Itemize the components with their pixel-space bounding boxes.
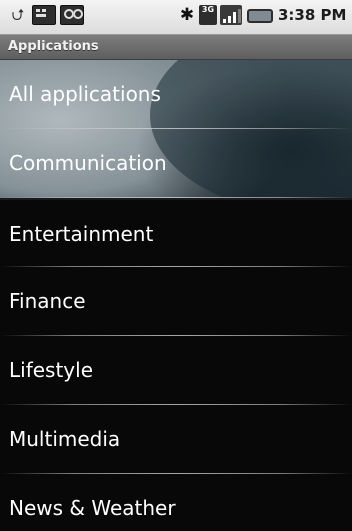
keyboard-icon: [32, 5, 56, 25]
list-item-label: All applications: [9, 82, 161, 106]
signal-icon: [220, 5, 242, 25]
list-item-label: Multimedia: [9, 427, 121, 451]
list-item-lifestyle[interactable]: Lifestyle: [0, 336, 352, 405]
screen: ⮍ ✱ 3G 3:38 PM Applications All applicat…: [0, 0, 352, 531]
list-item-label: Communication: [9, 151, 167, 175]
category-list[interactable]: All applications Communication Entertain…: [0, 60, 352, 531]
bluetooth-icon: ✱: [179, 5, 195, 25]
list-item-finance[interactable]: Finance: [0, 267, 352, 336]
list-item-label: News & Weather: [9, 496, 176, 520]
list-item-label: Finance: [9, 289, 86, 313]
list-item-news-weather[interactable]: News & Weather: [0, 474, 352, 531]
list-item-all-applications[interactable]: All applications: [0, 60, 352, 129]
list-item-entertainment[interactable]: Entertainment: [0, 198, 352, 267]
battery-icon: [247, 9, 273, 23]
list-item-communication[interactable]: Communication: [0, 129, 352, 198]
list-item-label: Entertainment: [9, 222, 154, 246]
status-clock: 3:38 PM: [278, 6, 347, 24]
list-item-multimedia[interactable]: Multimedia: [0, 405, 352, 474]
page-title: Applications: [8, 39, 99, 54]
usb-icon: ⮍: [11, 5, 25, 24]
list-item-label: Lifestyle: [9, 358, 94, 382]
3g-icon: 3G: [199, 5, 217, 25]
title-bar: Applications: [0, 35, 352, 60]
network-badge: 3G: [201, 5, 215, 14]
status-bar[interactable]: ⮍ ✱ 3G 3:38 PM: [0, 0, 352, 35]
voicemail-icon: [60, 5, 84, 25]
